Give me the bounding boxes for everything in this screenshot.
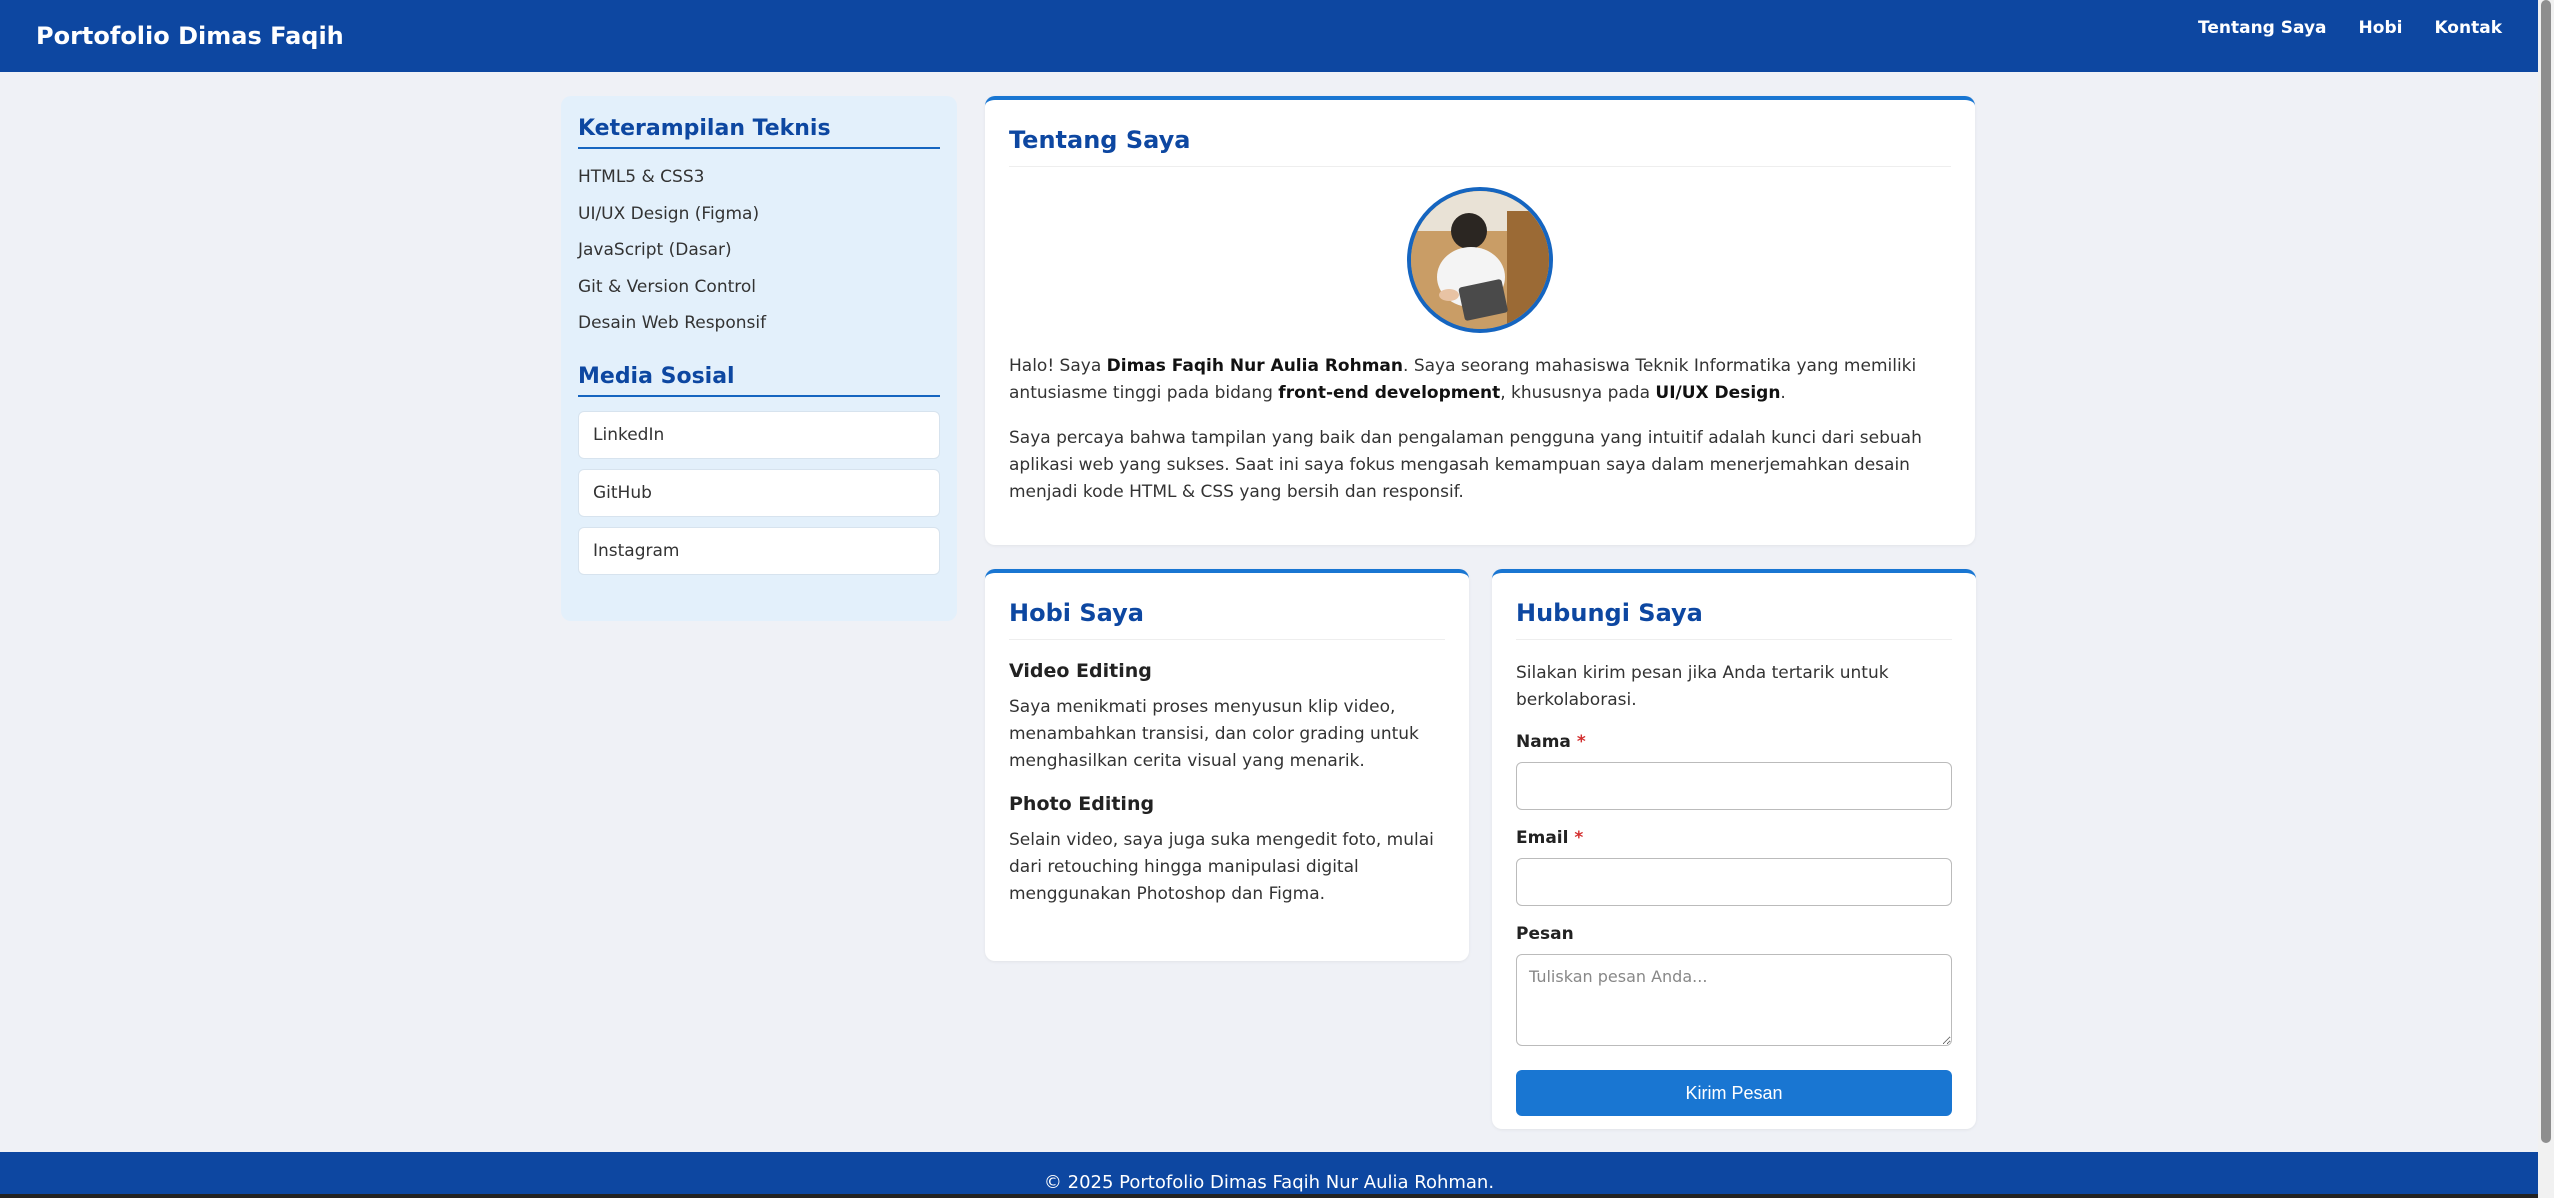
submit-button[interactable]: Kirim Pesan (1516, 1070, 1952, 1116)
profile-photo-image (1411, 191, 1549, 329)
scrollbar-thumb[interactable] (2541, 0, 2551, 1143)
site-title: Portofolio Dimas Faqih (36, 22, 344, 50)
about-paragraph-1: Halo! Saya Dimas Faqih Nur Aulia Rohman.… (1009, 353, 1951, 407)
avatar-container (1009, 187, 1951, 333)
skill-item: Desain Web Responsif (578, 313, 767, 334)
social-link-instagram[interactable]: Instagram (578, 526, 940, 575)
footer: © 2025 Portofolio Dimas Faqih Nur Aulia … (0, 1152, 2538, 1198)
profile-photo (1407, 187, 1553, 333)
nav-link-hobby[interactable]: Hobi (2359, 18, 2403, 38)
about-card: Tentang Saya Halo! Saya Dimas Faqih Nur … (985, 96, 1975, 545)
email-label-text: Email (1516, 828, 1569, 848)
about-title: Tentang Saya (1009, 126, 1951, 167)
about-text: Halo! Saya (1009, 356, 1107, 376)
skill-item: UI/UX Design (Figma) (578, 203, 760, 224)
about-paragraph-2: Saya percaya bahwa tampilan yang baik da… (1009, 428, 1922, 502)
hobby-title: Hobi Saya (1009, 599, 1445, 640)
skill-item: HTML5 & CSS3 (578, 167, 705, 187)
about-name: Dimas Faqih Nur Aulia Rohman (1106, 356, 1404, 376)
contact-form: Nama * Email * Pesan Kirim Pesan (1516, 732, 1952, 1116)
nav-link-contact[interactable]: Kontak (2434, 18, 2502, 38)
vertical-scrollbar[interactable] (2538, 0, 2554, 1198)
social-link-linkedin[interactable]: LinkedIn (578, 410, 940, 459)
name-label-text: Nama (1516, 732, 1571, 752)
contact-card: Hubungi Saya Silakan kirim pesan jika An… (1492, 569, 1976, 1129)
sidebar: Keterampilan Teknis HTML5 & CSS3 UI/UX D… (561, 96, 957, 621)
main-nav: Tentang Saya Hobi Kontak (2198, 18, 2502, 38)
message-label: Pesan (1516, 924, 1574, 944)
nav-link-about[interactable]: Tentang Saya (2198, 18, 2327, 38)
required-mark: * (1576, 732, 1586, 752)
email-input[interactable] (1516, 858, 1952, 906)
skills-list: HTML5 & CSS3 UI/UX Design (Figma) JavaSc… (578, 159, 940, 342)
footer-bottom-border (0, 1194, 2538, 1198)
hobby-card: Hobi Saya Video Editing Saya menikmati p… (985, 569, 1469, 961)
contact-title: Hubungi Saya (1516, 599, 1952, 640)
social-links: LinkedIn GitHub Instagram (578, 410, 940, 575)
hobby-item-text: Saya menikmati proses menyusun klip vide… (1009, 697, 1419, 771)
contact-intro: Silakan kirim pesan jika Anda tertarik u… (1516, 663, 1889, 710)
email-label: Email * (1516, 828, 1952, 848)
name-input[interactable] (1516, 762, 1952, 810)
hobby-item-title: Photo Editing (1009, 793, 1155, 815)
name-label: Nama * (1516, 732, 1952, 752)
skill-item: JavaScript (Dasar) (578, 240, 732, 261)
about-text: , khususnya pada (1500, 383, 1656, 403)
required-mark: * (1574, 828, 1584, 848)
skill-item: Git & Version Control (578, 276, 756, 297)
top-navbar: Portofolio Dimas Faqih Tentang Saya Hobi… (0, 0, 2538, 72)
about-field-uiux: UI/UX Design (1655, 383, 1781, 403)
message-textarea[interactable] (1516, 954, 1952, 1046)
about-text: . (1780, 383, 1786, 403)
skills-heading: Keterampilan Teknis (578, 116, 940, 149)
hobby-item-title: Video Editing (1009, 660, 1152, 682)
social-heading: Media Sosial (578, 364, 940, 397)
about-field-frontend: front-end development (1278, 383, 1501, 403)
hobby-item-text: Selain video, saya juga suka mengedit fo… (1009, 830, 1434, 904)
social-link-github[interactable]: GitHub (578, 468, 940, 517)
footer-text: © 2025 Portofolio Dimas Faqih Nur Aulia … (1043, 1172, 1495, 1193)
